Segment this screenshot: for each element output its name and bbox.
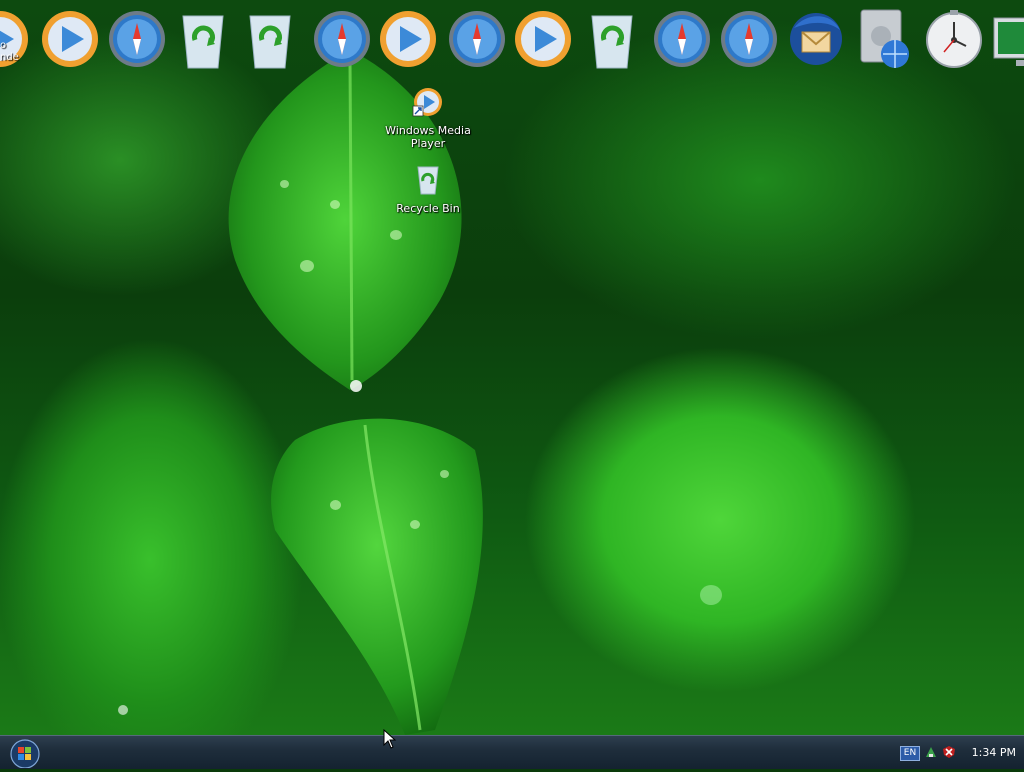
dock-item-media-player[interactable] [378, 8, 438, 70]
monitor-icon [993, 17, 1024, 66]
network-status-icon[interactable] [924, 745, 938, 759]
media-player-icon [42, 11, 98, 67]
safari-compass-icon [314, 11, 370, 67]
media-player-icon [515, 11, 571, 67]
dock-item-safari[interactable] [719, 8, 779, 70]
dock-item-monitor[interactable] [992, 8, 1024, 70]
dock-item-safari[interactable] [447, 8, 507, 70]
partial-label-text: o nde [0, 40, 19, 63]
media-player-shortcut-icon [412, 88, 442, 117]
clock-widget-icon [926, 10, 982, 68]
icon-dock [0, 0, 1024, 78]
dock-item-recycle-bin[interactable] [582, 8, 642, 70]
dock-item-recycle-bin[interactable] [240, 8, 300, 70]
desktop-icon-label: Recycle Bin [396, 202, 460, 215]
desktop-icon-windows-media-player[interactable]: Windows Media Player [383, 86, 473, 150]
safari-compass-icon [109, 11, 165, 67]
safari-compass-icon [721, 11, 777, 67]
windows-logo-icon [10, 739, 40, 769]
security-alert-icon[interactable] [942, 745, 956, 759]
dock-item-safari[interactable] [652, 8, 712, 70]
taskbar-clock[interactable]: 1:34 PM [972, 746, 1016, 759]
media-player-icon [380, 11, 436, 67]
language-indicator[interactable]: EN [900, 746, 920, 761]
dock-item-network-drive[interactable] [855, 8, 915, 70]
network-drive-icon [860, 9, 909, 68]
recycle-bin-icon [591, 15, 633, 69]
safari-compass-icon [449, 11, 505, 67]
leaf-lower [271, 418, 483, 735]
desktop-wallpaper [0, 0, 1024, 735]
dock-item-media-player[interactable] [513, 8, 573, 70]
dock-item-safari[interactable] [312, 8, 372, 70]
thunderbird-mail-icon [790, 13, 842, 65]
dock-item-safari[interactable] [107, 8, 167, 70]
taskbar: EN 1:34 PM [0, 735, 1024, 769]
partial-desktop-icon-label[interactable]: o nde [0, 40, 19, 64]
system-tray: EN 1:34 PM [894, 736, 1024, 769]
start-button[interactable] [4, 738, 46, 769]
dock-item-media-player[interactable] [40, 8, 100, 70]
recycle-bin-icon [417, 166, 439, 195]
recycle-bin-icon [182, 15, 224, 69]
desktop-icon-label: Windows Media Player [385, 124, 471, 150]
recycle-bin-icon [249, 15, 291, 69]
safari-compass-icon [654, 11, 710, 67]
desktop-icon-recycle-bin[interactable]: Recycle Bin [383, 164, 473, 215]
dock-item-clock-widget[interactable] [924, 8, 984, 70]
mouse-cursor-icon [383, 729, 397, 749]
dock-item-thunderbird[interactable] [786, 8, 846, 70]
dock-item-recycle-bin[interactable] [173, 8, 233, 70]
